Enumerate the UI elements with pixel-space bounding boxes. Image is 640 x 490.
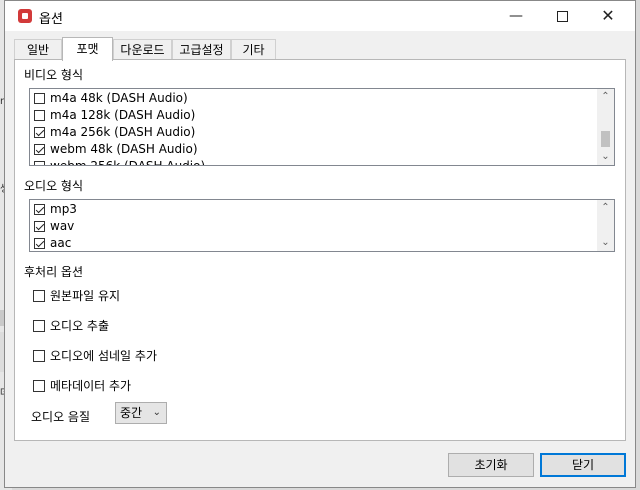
audio-format-item-label: aac <box>50 236 72 250</box>
video-format-item[interactable]: m4a 48k (DASH Audio) <box>30 90 597 107</box>
audio-format-item-label: wav <box>50 219 75 233</box>
chevron-down-icon[interactable]: ⌄ <box>597 235 614 251</box>
video-format-list[interactable]: m4a 48k (DASH Audio) m4a 128k (DASH Audio… <box>29 88 615 166</box>
audio-quality-value: 중간 <box>120 406 143 420</box>
checkbox[interactable] <box>33 290 45 302</box>
postprocess-option[interactable]: 원본파일 유지 <box>33 287 120 305</box>
checkbox[interactable] <box>34 110 45 121</box>
video-format-item-label: webm 256k (DASH Audio) <box>50 159 205 165</box>
tab-etc[interactable]: 기타 <box>231 39 276 59</box>
checkbox[interactable] <box>34 221 45 232</box>
postprocess-option-label: 오디오 추출 <box>50 319 110 333</box>
video-format-item-label: m4a 48k (DASH Audio) <box>50 91 188 105</box>
video-format-label: 비디오 형식 <box>24 68 84 82</box>
postprocess-option-label: 원본파일 유지 <box>50 289 121 303</box>
close-button[interactable]: 닫기 <box>540 453 626 477</box>
checkbox[interactable] <box>34 238 45 249</box>
checkbox[interactable] <box>34 204 45 215</box>
window-title: 옵션 <box>39 12 63 27</box>
tab-download[interactable]: 다운로드 <box>113 39 172 59</box>
video-format-item[interactable]: webm 48k (DASH Audio) <box>30 141 597 158</box>
title-bar[interactable]: 옵션 — ✕ <box>5 1 635 31</box>
scroll-thumb[interactable] <box>601 131 610 147</box>
chevron-up-icon[interactable]: ⌃ <box>597 200 614 216</box>
audio-format-item[interactable]: mp3 <box>30 201 597 218</box>
audio-quality-label: 오디오 음질 <box>31 410 91 424</box>
postprocess-option[interactable]: 오디오 추출 <box>33 317 109 335</box>
app-logo-icon <box>18 9 32 23</box>
checkbox[interactable] <box>33 380 45 392</box>
tab-general[interactable]: 일반 <box>14 39 62 59</box>
close-window-button[interactable]: ✕ <box>585 1 631 31</box>
audio-quality-select[interactable]: 중간 ⌄ <box>115 402 167 424</box>
video-format-item[interactable]: webm 256k (DASH Audio) <box>30 158 597 165</box>
video-list-scrollbar[interactable]: ⌃ ⌄ <box>597 89 614 165</box>
audio-format-list[interactable]: mp3 wav aac ⌃ ⌄ <box>29 199 615 252</box>
checkbox[interactable] <box>33 320 45 332</box>
tab-advanced[interactable]: 고급설정 <box>172 39 231 59</box>
checkbox[interactable] <box>33 350 45 362</box>
audio-format-item[interactable]: aac <box>30 235 597 251</box>
video-format-item-label: m4a 128k (DASH Audio) <box>50 108 196 122</box>
chevron-up-icon[interactable]: ⌃ <box>597 89 614 105</box>
video-format-item-label: m4a 256k (DASH Audio) <box>50 125 196 139</box>
minimize-button[interactable]: — <box>493 1 539 31</box>
audio-list-scrollbar[interactable]: ⌃ ⌄ <box>597 200 614 251</box>
checkbox[interactable] <box>34 93 45 104</box>
format-tab-panel: 비디오 형식 m4a 48k (DASH Audio) m4a 128k (DAS… <box>14 59 626 441</box>
video-format-item[interactable]: m4a 256k (DASH Audio) <box>30 124 597 141</box>
checkbox[interactable] <box>34 161 45 165</box>
chevron-down-icon: ⌄ <box>152 407 161 418</box>
audio-format-label: 오디오 형식 <box>24 179 84 193</box>
postprocess-option-label: 메타데이터 추가 <box>50 379 132 393</box>
audio-format-item[interactable]: wav <box>30 218 597 235</box>
checkbox[interactable] <box>34 127 45 138</box>
reset-button[interactable]: 초기화 <box>448 453 534 477</box>
postprocess-option[interactable]: 오디오에 섬네일 추가 <box>33 347 157 365</box>
video-format-item-label: webm 48k (DASH Audio) <box>50 142 198 156</box>
chevron-down-icon[interactable]: ⌄ <box>597 149 614 165</box>
audio-format-item-label: mp3 <box>50 202 77 216</box>
maximize-icon <box>556 10 568 22</box>
postprocess-option-label: 오디오에 섬네일 추가 <box>50 349 157 363</box>
video-format-item[interactable]: m4a 128k (DASH Audio) <box>30 107 597 124</box>
postprocess-label: 후처리 옵션 <box>24 265 84 279</box>
checkbox[interactable] <box>34 144 45 155</box>
postprocess-option[interactable]: 메타데이터 추가 <box>33 377 131 395</box>
options-dialog: 옵션 — ✕ 일반 포맷 다운로드 고급설정 기타 비디오 형식 m4a 48k… <box>4 0 636 488</box>
tab-format[interactable]: 포맷 <box>62 37 113 61</box>
maximize-button[interactable] <box>539 1 585 31</box>
